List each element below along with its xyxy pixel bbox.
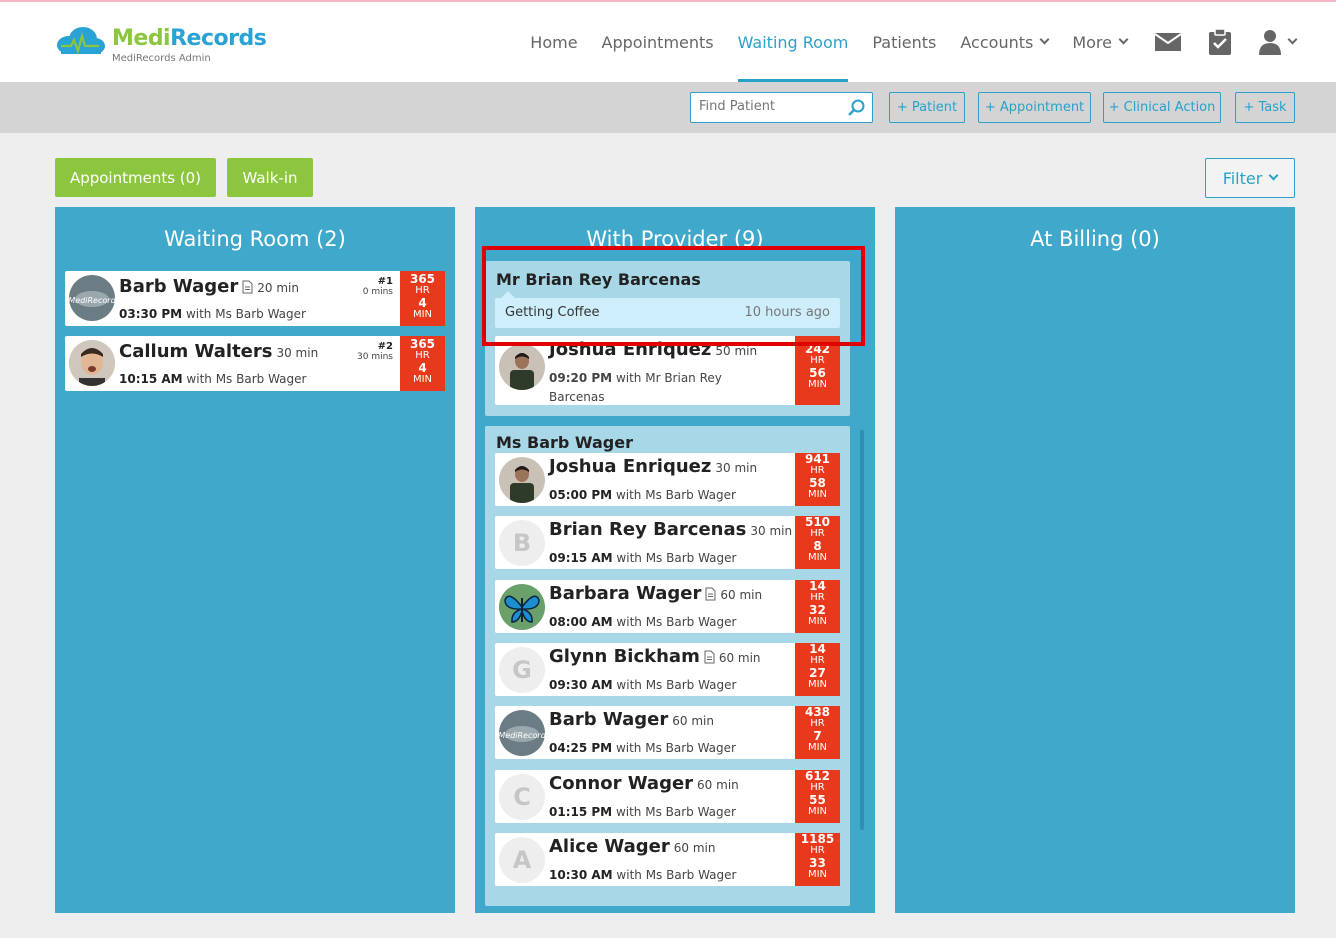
wait-timer: 941 HR 58 MIN — [795, 453, 840, 506]
appointment-info: 10:30 AM with Ms Barb Wager — [549, 867, 737, 882]
svg-text:MediRecord: MediRecord — [69, 296, 115, 305]
clipboard-check-icon[interactable] — [1209, 29, 1231, 55]
provider-group: Ms Barb Wager Joshua Enriquez 30 min 05:00… — [485, 426, 850, 906]
highlight-box — [482, 246, 865, 346]
avatar — [499, 583, 545, 630]
wait-timer: 1185 HR 33 MIN — [795, 832, 840, 886]
nav-home[interactable]: Home — [530, 2, 577, 82]
brand-name: MediRecords — [112, 26, 267, 51]
wait-timer: 14 HR 32 MIN — [795, 579, 840, 633]
action-toolbar: + Patient + Appointment + Clinical Actio… — [0, 82, 1336, 133]
queue-position: #2 30 mins — [357, 341, 393, 363]
walk-in-button[interactable]: Walk-in — [227, 158, 313, 197]
patient-card[interactable]: A Alice Wager 60 min 10:30 AM with Ms Barb … — [495, 832, 840, 886]
avatar — [499, 344, 545, 390]
add-clinical-action-button[interactable]: + Clinical Action — [1103, 92, 1221, 123]
wait-timer: 612 HR 55 MIN — [795, 769, 840, 823]
nav-more[interactable]: More — [1072, 2, 1129, 82]
patient-name-row: Glynn Bickham 60 min — [549, 645, 761, 667]
mail-icon[interactable] — [1155, 32, 1181, 52]
chevron-down-icon — [1039, 34, 1050, 45]
avatar: MediRecord — [499, 710, 545, 757]
document-icon — [704, 650, 715, 664]
chevron-down-icon — [1118, 34, 1129, 45]
patient-name-row: Alice Wager 60 min — [549, 835, 716, 857]
wait-timer: 510 HR 8 MIN — [795, 516, 840, 570]
user-icon[interactable] — [1259, 29, 1298, 55]
patient-card[interactable]: G Glynn Bickham 60 min 09:30 AM with Ms Bar… — [495, 642, 840, 696]
wait-timer: 365 HR 4 MIN — [400, 336, 445, 391]
main-nav: Home Appointments Waiting Room Patients … — [506, 2, 1298, 82]
patient-card[interactable]: Callum Walters 30 min 10:15 AM with Ms Ba… — [65, 336, 445, 391]
patient-name-row: Barb Wager 60 min — [549, 709, 714, 731]
avatar: G — [499, 646, 545, 693]
wait-timer: 365 HR 4 MIN — [400, 271, 445, 326]
document-icon — [705, 587, 716, 601]
at-billing-column: At Billing (0) — [895, 207, 1295, 913]
wait-timer: 14 HR 27 MIN — [795, 642, 840, 696]
patient-card[interactable]: MediRecord Barb Wager 60 min 04:25 PM with … — [495, 706, 840, 760]
filter-button[interactable]: Filter — [1205, 158, 1295, 198]
patient-card[interactable]: Joshua Enriquez 30 min 05:00 PM with Ms Ba… — [495, 453, 840, 506]
appointment-info: 09:20 PM with Mr Brian Rey Barcenas — [549, 371, 722, 404]
wait-timer: 242 HR 56 MIN — [795, 336, 840, 405]
avatar: MediRecord — [69, 275, 115, 321]
add-patient-button[interactable]: + Patient — [889, 92, 965, 123]
avatar — [69, 340, 115, 386]
patient-name-row: Joshua Enriquez 30 min — [549, 456, 758, 477]
provider-name: Ms Barb Wager — [496, 433, 633, 452]
svg-text:MediRecord: MediRecord — [499, 731, 545, 740]
find-patient-input[interactable] — [699, 99, 844, 114]
find-patient-box[interactable] — [690, 92, 873, 123]
patient-card[interactable]: Barbara Wager 60 min 08:00 AM with Ms Barb… — [495, 579, 840, 633]
appointment-info: 01:15 PM with Ms Barb Wager — [549, 804, 736, 819]
waiting-room-column: Waiting Room (2) MediRecord Barb Wager 20… — [55, 207, 455, 913]
avatar — [499, 457, 545, 503]
patient-card[interactable]: MediRecord Barb Wager 20 min 03:30 PM wit… — [65, 271, 445, 326]
cloud-logo-icon — [57, 27, 105, 55]
appointment-info: 09:15 AM with Ms Barb Wager — [549, 551, 737, 566]
add-task-button[interactable]: + Task — [1235, 92, 1295, 123]
wait-timer: 438 HR 7 MIN — [795, 706, 840, 760]
patient-name-row: Barbara Wager 60 min — [549, 582, 763, 604]
brand-subtitle: MediRecords Admin — [112, 53, 211, 64]
waiting-room-title: Waiting Room (2) — [164, 227, 346, 251]
patient-name-row: Connor Wager 60 min — [549, 772, 739, 794]
search-icon[interactable] — [848, 99, 866, 117]
chevron-down-icon — [1287, 34, 1298, 45]
appointment-info: 08:00 AM with Ms Barb Wager — [549, 614, 737, 629]
patient-card[interactable]: Joshua Enriquez 50 min 09:20 PM with Mr B… — [495, 336, 840, 405]
patient-card[interactable]: B Brian Rey Barcenas 30 min 09:15 AM with M… — [495, 516, 840, 570]
at-billing-title: At Billing (0) — [1030, 227, 1160, 251]
queue-position: #1 0 mins — [362, 276, 393, 298]
appointment-info: 05:00 PM with Ms Barb Wager — [549, 488, 736, 502]
avatar: A — [499, 836, 545, 883]
document-icon — [242, 280, 253, 294]
appointment-info: 04:25 PM with Ms Barb Wager — [549, 741, 736, 756]
appointment-info: 10:15 AM with Ms Barb Wager — [119, 372, 307, 386]
avatar: C — [499, 773, 545, 820]
patient-card[interactable]: C Connor Wager 60 min 01:15 PM with Ms Barb… — [495, 769, 840, 823]
patient-name-row: Barb Wager 20 min — [119, 276, 299, 297]
nav-waiting-room[interactable]: Waiting Room — [737, 2, 848, 82]
nav-appointments[interactable]: Appointments — [602, 2, 714, 82]
appointment-info: 03:30 PM with Ms Barb Wager — [119, 307, 306, 321]
nav-patients[interactable]: Patients — [872, 2, 936, 82]
medirecords-logo[interactable]: MediRecords MediRecords Admin — [55, 24, 267, 68]
nav-accounts[interactable]: Accounts — [960, 2, 1050, 82]
add-appointment-button[interactable]: + Appointment — [978, 92, 1091, 123]
top-navbar: MediRecords MediRecords Admin Home Appoi… — [0, 2, 1336, 82]
chevron-down-icon — [1268, 170, 1279, 181]
patient-name-row: Brian Rey Barcenas 30 min — [549, 519, 793, 541]
patient-name-row: Callum Walters 30 min — [119, 341, 319, 362]
avatar: B — [499, 520, 545, 567]
provider-scrollbar[interactable] — [860, 430, 864, 830]
appointments-button[interactable]: Appointments (0) — [55, 158, 216, 197]
appointment-info: 09:30 AM with Ms Barb Wager — [549, 677, 737, 692]
